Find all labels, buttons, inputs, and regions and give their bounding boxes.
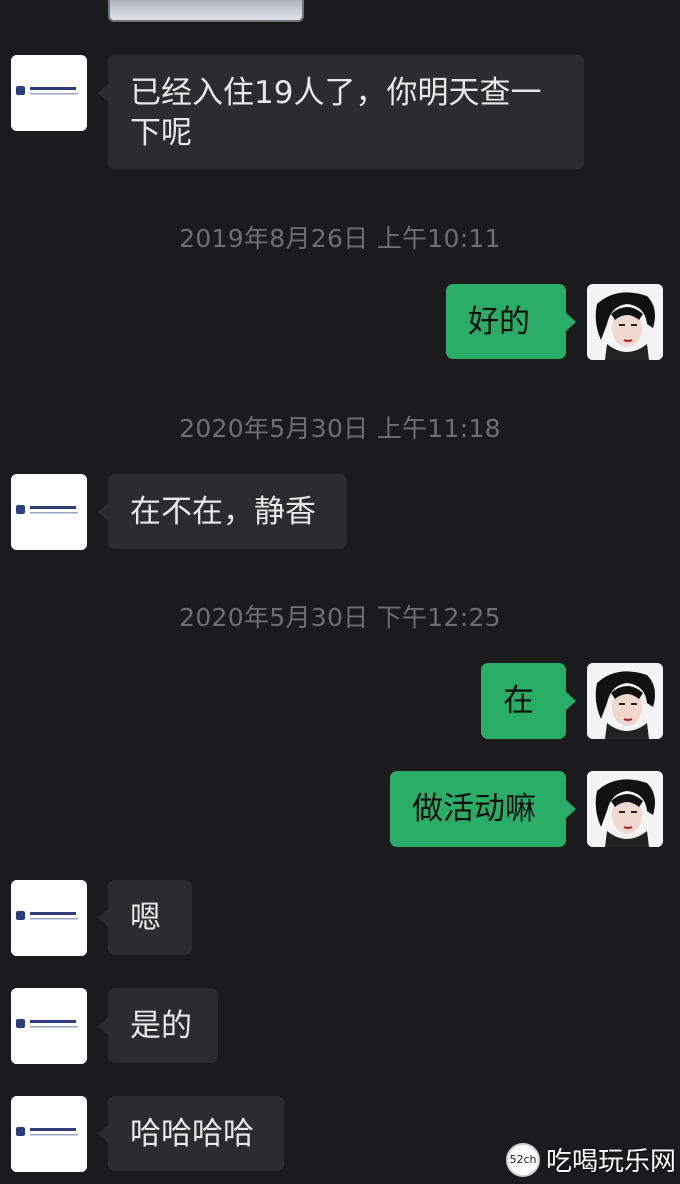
company-logo-icon <box>11 55 87 131</box>
watermark-badge: 52ch <box>505 1142 540 1177</box>
message-bubble-incoming[interactable]: 嗯 <box>98 880 192 955</box>
message-bubble-incoming[interactable]: 已经入住19人了，你明天查一下呢 <box>98 55 584 169</box>
portrait-photo-icon <box>587 771 663 847</box>
contact-avatar[interactable] <box>11 1096 87 1172</box>
message-bubble-incoming[interactable]: 是的 <box>98 988 218 1063</box>
contact-avatar[interactable] <box>11 880 87 956</box>
portrait-photo-icon <box>587 284 663 360</box>
message-bubble-incoming[interactable]: 在不在，静香 <box>98 474 347 549</box>
company-logo-icon <box>11 474 87 550</box>
company-logo-icon <box>11 988 87 1064</box>
message-bubble-outgoing[interactable]: 在 <box>481 663 576 739</box>
timestamp: 2019年8月26日 上午10:11 <box>179 224 501 253</box>
message-text: 做活动嘛 <box>412 791 536 827</box>
portrait-photo-icon <box>587 663 663 739</box>
contact-avatar[interactable] <box>11 474 87 550</box>
watermark-text: 吃喝玩乐网 <box>545 1147 676 1177</box>
contact-avatar[interactable] <box>11 55 87 131</box>
company-logo-icon <box>11 880 87 956</box>
company-logo-icon <box>11 1096 87 1172</box>
image-message-partial[interactable] <box>108 0 304 22</box>
timestamp: 2020年5月30日 下午12:25 <box>179 603 501 632</box>
my-avatar[interactable] <box>587 771 663 847</box>
timestamp: 2020年5月30日 上午11:18 <box>179 414 501 443</box>
message-bubble-outgoing[interactable]: 做活动嘛 <box>390 771 576 847</box>
message-bubble-incoming[interactable]: 哈哈哈哈 <box>98 1096 284 1171</box>
message-text: 是的 <box>130 1008 192 1044</box>
message-text: 已经入住19人了，你明天查一下呢 <box>130 75 542 151</box>
message-text: 在不在，静香 <box>130 494 316 530</box>
message-text: 在 <box>503 683 534 719</box>
message-text: 好的 <box>468 304 530 340</box>
my-avatar[interactable] <box>587 284 663 360</box>
my-avatar[interactable] <box>587 663 663 739</box>
message-text: 嗯 <box>130 900 161 936</box>
message-text: 哈哈哈哈 <box>130 1116 254 1152</box>
contact-avatar[interactable] <box>11 988 87 1064</box>
message-bubble-outgoing[interactable]: 好的 <box>446 284 576 359</box>
watermark: 52ch 吃喝玩乐网 <box>505 1141 676 1178</box>
